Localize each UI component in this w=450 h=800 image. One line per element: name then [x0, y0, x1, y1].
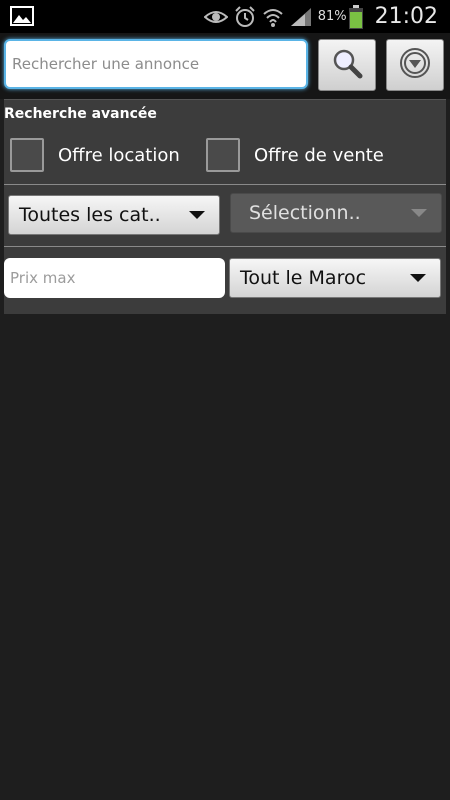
category-select-value: Toutes les cat.. [19, 204, 161, 226]
status-bar: 81% 21:02 [0, 0, 450, 33]
search-button[interactable] [318, 39, 376, 91]
max-price-container[interactable] [4, 258, 225, 298]
rent-offer-checkbox-box[interactable] [10, 138, 44, 172]
advanced-search-panel: Recherche avancée Offre location Offre d… [4, 99, 446, 314]
sale-offer-label: Offre de vente [254, 144, 384, 166]
offer-type-row: Offre location Offre de vente [10, 138, 440, 174]
subcategory-select[interactable]: Sélectionn.. [230, 193, 442, 233]
max-price-input[interactable] [4, 258, 225, 298]
dropdown-circle-icon [398, 46, 432, 84]
search-input[interactable] [6, 41, 306, 87]
subcategory-select-value: Sélectionn.. [249, 202, 361, 224]
divider [4, 184, 446, 185]
signal-icon [290, 7, 312, 27]
filter-toggle-button[interactable] [386, 39, 444, 91]
search-input-container[interactable] [4, 39, 308, 89]
rent-offer-label: Offre location [58, 144, 180, 166]
clock-time: 21:02 [374, 4, 438, 29]
divider [4, 246, 446, 247]
region-select[interactable]: Tout le Maroc [229, 258, 441, 298]
alarm-icon [234, 5, 256, 28]
gallery-icon [10, 6, 34, 26]
magnifier-icon [330, 46, 364, 84]
search-bar [0, 33, 450, 99]
category-select[interactable]: Toutes les cat.. [8, 195, 220, 235]
eye-icon [203, 9, 228, 25]
chevron-down-icon [189, 211, 205, 219]
advanced-search-title: Recherche avancée [4, 106, 157, 122]
sale-offer-checkbox-box[interactable] [206, 138, 240, 172]
chevron-down-icon [410, 274, 426, 282]
sale-offer-checkbox[interactable]: Offre de vente [206, 138, 384, 172]
battery-icon [348, 4, 363, 29]
rent-offer-checkbox[interactable]: Offre location [10, 138, 180, 172]
battery-percent: 81% [317, 9, 347, 24]
chevron-down-icon [411, 209, 427, 217]
region-select-value: Tout le Maroc [240, 267, 367, 289]
wifi-icon [262, 6, 284, 28]
